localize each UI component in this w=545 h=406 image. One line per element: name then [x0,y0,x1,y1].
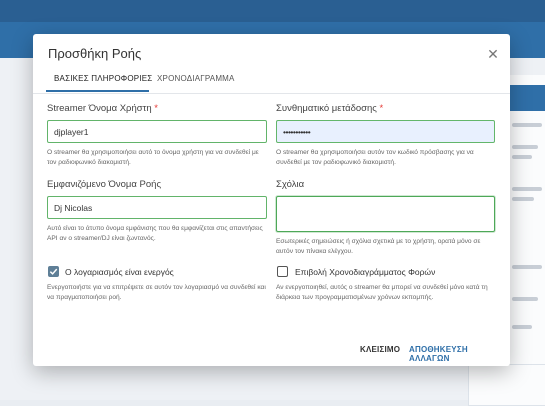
tab-schedule[interactable]: ΧΡΟΝΟΔΙΑΓΡΑΜΜΑ [157,74,235,83]
password-value: ••••••••••• [283,126,311,137]
display-name-label: Εμφανιζόμενο Όνομα Ροής [47,179,162,190]
save-changes-button[interactable]: ΑΠΟΘΗΚΕΥΣΗ ΑΛΛΑΓΩΝ [409,345,510,363]
comments-help: Εσωτερικές σημειώσεις ή σχόλια σχετικά μ… [276,238,481,255]
username-input[interactable]: djplayer1 [47,120,267,143]
tab-basic-info[interactable]: ΒΑΣΙΚΕΣ ΠΛΗΡΟΦΟΡΙΕΣ [54,74,152,83]
account-active-help: Ενεργοποιήστε για να επιτρέψετε σε αυτόν… [47,284,266,301]
password-input[interactable]: ••••••••••• [276,120,495,143]
display-name-help: Αυτό είναι το άτυπο όνομα εμφάνισης που … [47,225,263,242]
dialog-title: Προσθήκη Ροής [48,46,142,61]
account-active-checkbox[interactable] [48,266,59,277]
background-line [512,265,542,269]
username-help: Ο streamer θα χρησιμοποιήσει αυτό το όνο… [47,149,259,166]
username-label-text: Streamer Όνομα Χρήστη [47,103,152,114]
background-line [512,297,538,301]
required-marker: * [154,103,158,114]
username-value: djplayer1 [54,126,89,137]
password-label-text: Συνθηματικό μετάδοσης [276,103,377,114]
enforce-schedule-checkbox[interactable] [277,266,288,277]
enforce-schedule-label: Επιβολή Χρονοδιαγράμματος Φορών [295,267,436,277]
enforce-schedule-help: Αν ενεργοποιηθεί, αυτός ο streamer θα μπ… [276,284,488,301]
comments-label: Σχόλια [276,179,305,190]
background-side-card [505,75,545,365]
background-line [512,155,532,159]
dialog-tabs: ΒΑΣΙΚΕΣ ΠΛΗΡΟΦΟΡΙΕΣ ΧΡΟΝΟΔΙΑΓΡΑΜΜΑ [33,67,510,94]
checkmark-icon [49,268,58,275]
add-stream-dialog: Προσθήκη Ροής ✕ ΒΑΣΙΚΕΣ ΠΛΗΡΟΦΟΡΙΕΣ ΧΡΟΝ… [33,34,510,366]
background-card-header [506,85,545,111]
background-line [512,145,538,149]
account-active-label: Ο λογαριασμός είναι ενεργός [65,267,174,277]
background-line [512,187,542,191]
background-line [512,123,542,127]
comments-textarea[interactable] [276,196,495,232]
password-help: Ο streamer θα χρησιμοποιήσει αυτόν τον κ… [276,149,474,166]
display-name-input[interactable]: Dj Nicolas [47,196,267,219]
background-line [512,325,532,329]
background-top-strip [0,0,545,22]
close-icon[interactable]: ✕ [485,46,501,62]
close-button[interactable]: ΚΛΕΙΣΙΜΟ [360,345,400,354]
required-marker: * [379,103,384,114]
background-line [512,197,534,201]
active-tab-indicator [46,90,149,92]
display-name-value: Dj Nicolas [54,202,93,213]
username-label: Streamer Όνομα Χρήστη * [47,103,158,114]
password-label: Συνθηματικό μετάδοσης * [276,103,383,114]
